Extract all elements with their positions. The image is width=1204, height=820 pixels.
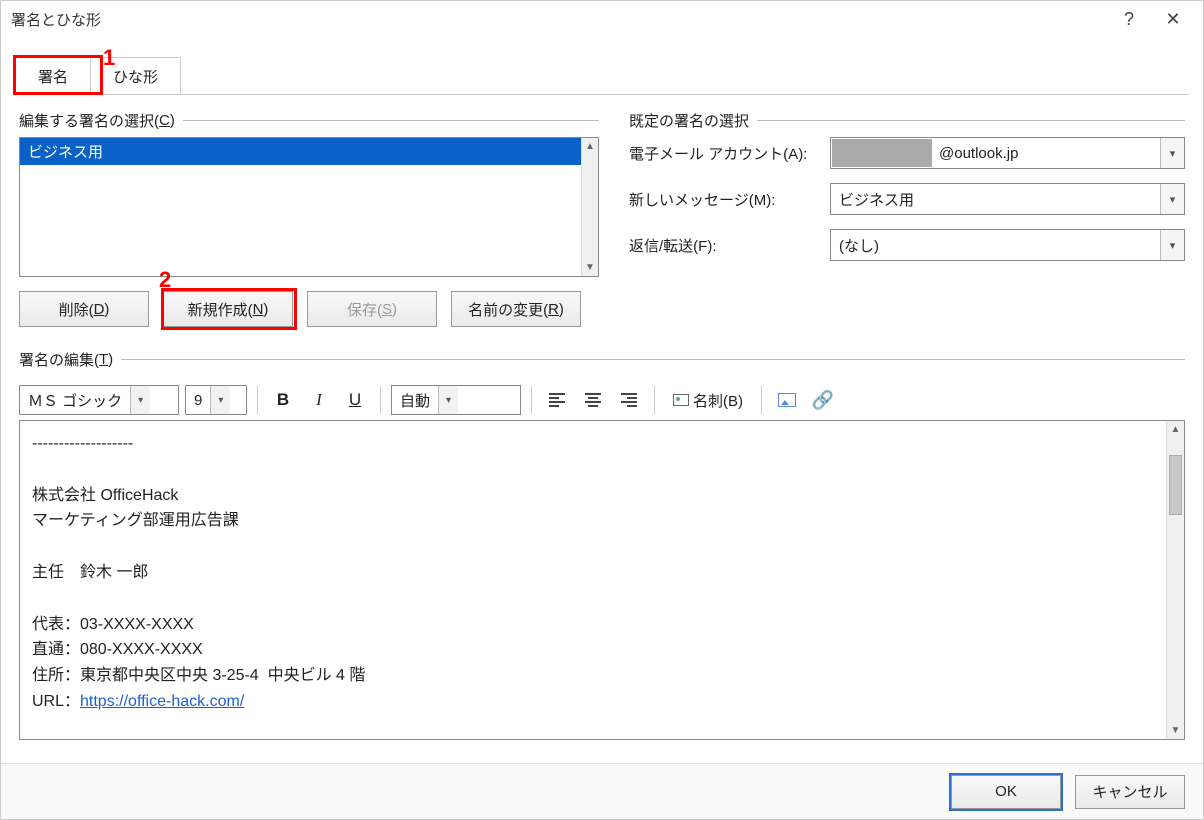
scroll-down-icon[interactable]: ▼ (1167, 722, 1184, 739)
font-family-select[interactable]: ＭＳ ゴシック▾ (19, 385, 179, 415)
chevron-down-icon[interactable]: ▾ (130, 386, 150, 414)
scroll-down-icon[interactable]: ▼ (582, 259, 598, 276)
listbox-scrollbar[interactable]: ▲ ▼ (581, 138, 598, 276)
rename-button[interactable]: 名前の変更(R) (451, 291, 581, 327)
vcard-icon (673, 394, 689, 406)
save-button: 保存(S) (307, 291, 437, 327)
insert-link-button[interactable]: 🔗 (808, 385, 838, 415)
bold-button[interactable]: B (268, 385, 298, 415)
chevron-down-icon[interactable]: ▾ (1160, 184, 1184, 214)
url-link[interactable]: https://office-hack.com/ (80, 693, 244, 710)
signature-listbox[interactable]: ビジネス用 ▲ ▼ (19, 137, 599, 277)
picture-icon (778, 393, 796, 407)
signature-editor[interactable]: ------------------- 株式会社 OfficeHack マーケテ… (19, 420, 1185, 740)
align-center-button[interactable] (578, 385, 608, 415)
scroll-up-icon[interactable]: ▲ (1167, 421, 1184, 438)
window-title: 署名とひな形 (9, 9, 1107, 30)
font-size-select[interactable]: 9▾ (185, 385, 247, 415)
ok-button[interactable]: OK (951, 775, 1061, 809)
scroll-up-icon[interactable]: ▲ (582, 138, 598, 155)
tab-stationery[interactable]: ひな形 (90, 57, 181, 95)
editor-scrollbar[interactable]: ▲ ▼ (1166, 421, 1184, 739)
email-account-label: 電子メール アカウント(A): (629, 143, 824, 164)
default-signature-label: 既定の署名の選択 (629, 110, 1185, 131)
scroll-thumb[interactable] (1169, 455, 1182, 515)
new-message-select[interactable]: ビジネス用 ▾ (830, 183, 1185, 215)
reply-forward-value: (なし) (831, 235, 1160, 256)
cancel-button[interactable]: キャンセル (1075, 775, 1185, 809)
italic-button[interactable]: I (304, 385, 334, 415)
new-message-value: ビジネス用 (831, 189, 1160, 210)
insert-picture-button[interactable] (772, 385, 802, 415)
delete-button[interactable]: 削除(D) (19, 291, 149, 327)
redacted-icon (832, 139, 932, 167)
align-left-button[interactable] (542, 385, 572, 415)
chevron-down-icon[interactable]: ▾ (438, 386, 458, 414)
help-button[interactable]: ? (1107, 4, 1151, 34)
business-card-button[interactable]: 名刺(B) (665, 385, 751, 415)
list-item[interactable]: ビジネス用 (20, 138, 581, 165)
select-signature-label: 編集する署名の選択(C) (19, 110, 599, 131)
dialog-footer: OK キャンセル (1, 763, 1203, 819)
chevron-down-icon[interactable]: ▾ (210, 386, 230, 414)
edit-signature-label: 署名の編集(T) (19, 349, 1185, 370)
editor-content[interactable]: ------------------- 株式会社 OfficeHack マーケテ… (20, 421, 1166, 739)
font-color-select[interactable]: 自動▾ (391, 385, 521, 415)
chevron-down-icon[interactable]: ▾ (1160, 138, 1184, 168)
reply-forward-label: 返信/転送(F): (629, 235, 824, 256)
new-button[interactable]: 新規作成(N) (163, 291, 293, 327)
new-message-label: 新しいメッセージ(M): (629, 189, 824, 210)
close-button[interactable]: ✕ (1151, 4, 1195, 34)
titlebar: 署名とひな形 ? ✕ (1, 1, 1203, 37)
underline-button[interactable]: U (340, 385, 370, 415)
dialog-window: 署名とひな形 ? ✕ 署名 ひな形 1 編集する署名の選択(C) ビジネス用 (0, 0, 1204, 820)
align-right-button[interactable] (614, 385, 644, 415)
tab-strip: 署名 ひな形 (1, 37, 1203, 95)
dialog-content: 編集する署名の選択(C) ビジネス用 ▲ ▼ 削除(D) 新規作成(N) 保存(… (1, 96, 1203, 763)
chevron-down-icon[interactable]: ▾ (1160, 230, 1184, 260)
editor-toolbar: ＭＳ ゴシック▾ 9▾ B I U 自動▾ 名刺(B) 🔗 (19, 380, 1185, 420)
email-account-select[interactable]: @outlook.jp ▾ (830, 137, 1185, 169)
tab-signature[interactable]: 署名 (15, 57, 91, 95)
reply-forward-select[interactable]: (なし) ▾ (830, 229, 1185, 261)
